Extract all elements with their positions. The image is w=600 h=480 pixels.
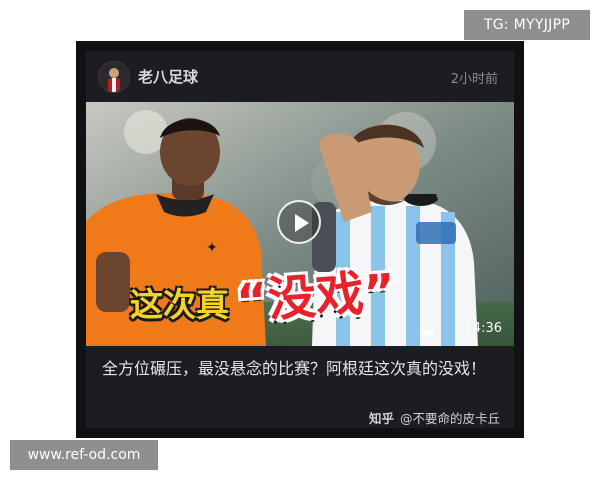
svg-text:✦: ✦	[206, 240, 218, 256]
thumbnail-caption-right: “没戏”	[234, 263, 398, 331]
thumbnail-caption-left: 这次真	[130, 285, 229, 324]
post-header: 老八足球 2小时前	[86, 51, 514, 103]
video-duration: 14:36	[464, 321, 502, 336]
account-name[interactable]: 老八足球	[138, 66, 198, 87]
post-title[interactable]: 全方位碾压，最没悬念的比赛？阿根廷这次真的没戏！	[102, 356, 502, 382]
tg-watermark: TG: MYYJJPP	[464, 10, 590, 40]
play-icon	[295, 214, 309, 232]
video-post-card[interactable]: 老八足球 2小时前 ✦ 这次真 “没戏” 14:36 全方位碾压，最没悬念的比赛…	[76, 41, 524, 438]
url-watermark: www.ref-od.com	[10, 440, 158, 470]
video-thumbnail[interactable]: ✦ 这次真 “没戏” 14:36	[86, 102, 514, 346]
source-platform: 知乎	[368, 411, 394, 426]
card-inner: 老八足球 2小时前 ✦ 这次真 “没戏” 14:36 全方位碾压，最没悬念的比赛…	[86, 51, 514, 428]
post-source[interactable]: 知乎 @不要命的皮卡丘	[369, 408, 500, 427]
avatar-image	[99, 62, 129, 92]
play-button[interactable]	[277, 200, 321, 244]
post-time: 2小时前	[450, 72, 498, 87]
account-avatar[interactable]	[98, 61, 130, 93]
source-author: @不要命的皮卡丘	[399, 411, 500, 426]
wechat-icon	[422, 329, 436, 338]
